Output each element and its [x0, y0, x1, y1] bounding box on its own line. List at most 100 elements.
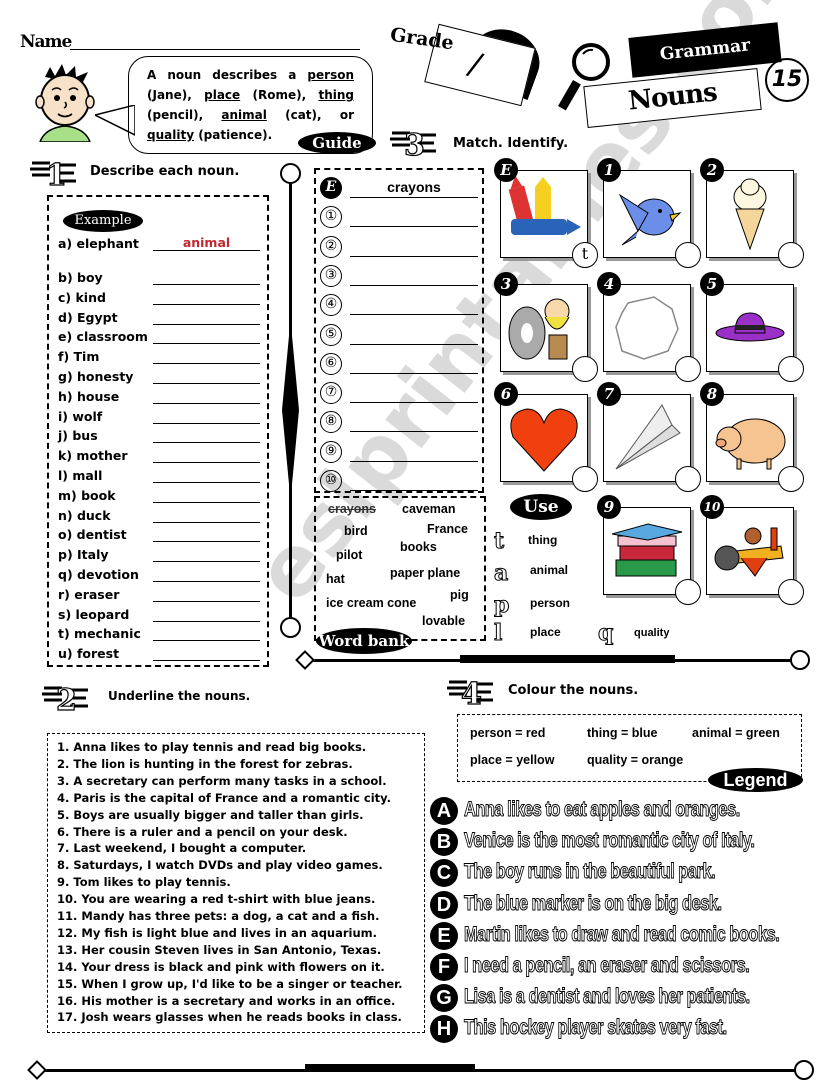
sentence-letter-badge: H — [430, 1015, 458, 1044]
answer-line[interactable] — [153, 343, 260, 345]
answer-line[interactable] — [350, 372, 478, 374]
use-key-label: thing — [528, 533, 558, 547]
colour-sentence: Lisa is a dentist and loves her patients… — [464, 985, 751, 1009]
noun-word: j) bus — [58, 428, 98, 444]
guide-term-place: place — [204, 88, 241, 102]
word-bank-word: France — [427, 522, 468, 536]
guide-term-animal: animal — [221, 108, 267, 122]
answer-line[interactable] — [153, 402, 260, 404]
noun-word: s) leopard — [58, 606, 130, 622]
picture-answer-circle[interactable]: t — [572, 242, 598, 268]
footer-divider-bar — [305, 1064, 475, 1072]
use-key-letter-icon: a — [493, 560, 509, 587]
picture-answer-circle[interactable] — [778, 579, 804, 605]
noun-row: e) classroom — [58, 329, 263, 347]
use-key-label: quality — [634, 627, 670, 639]
picture-answer-circle[interactable] — [675, 466, 701, 492]
answer-line[interactable] — [153, 640, 260, 642]
picture-number-badge: 5 — [700, 272, 724, 296]
paper-plane-icon — [615, 404, 681, 470]
answer-line[interactable] — [153, 462, 260, 464]
answer-line[interactable] — [153, 600, 260, 602]
match-row: ⑧ — [320, 411, 480, 437]
worksheet-number: 15 — [765, 58, 809, 102]
answer-line[interactable] — [350, 490, 478, 491]
answer-line[interactable] — [153, 660, 260, 662]
answer-line[interactable] — [153, 501, 260, 503]
picture-answer-circle[interactable] — [675, 579, 701, 605]
match-row: ⑨ — [320, 440, 480, 467]
match-row: ⑤ — [320, 323, 480, 350]
heart-icon — [510, 408, 578, 472]
answer-line[interactable] — [153, 303, 260, 305]
sentence-letter-badge: G — [430, 984, 458, 1013]
word-bank-word: lovable — [422, 614, 466, 628]
answer-line[interactable] — [153, 442, 260, 444]
france-map-icon — [615, 296, 679, 360]
picture-answer-circle[interactable] — [675, 356, 701, 382]
answer-line[interactable] — [350, 314, 478, 316]
use-key-letter-icon: l — [493, 620, 503, 647]
answer-line[interactable] — [153, 250, 260, 251]
underline-sentence: 10. You are wearing a red t-shirt with b… — [57, 892, 376, 907]
use-key-label: person — [530, 596, 571, 610]
match-answer: crayons — [387, 179, 441, 195]
answer-line[interactable] — [153, 561, 260, 563]
answer-line[interactable] — [153, 521, 260, 523]
answer-line[interactable] — [350, 431, 478, 433]
answer-line[interactable] — [153, 620, 260, 622]
picture-answer-circle[interactable] — [778, 466, 804, 492]
noun-row: d) Egypt — [58, 310, 263, 328]
name-input-line[interactable] — [70, 49, 360, 50]
answer-line[interactable] — [350, 402, 478, 404]
picture-answer-circle[interactable] — [675, 242, 701, 268]
noun-word: p) Italy — [58, 547, 109, 563]
noun-word: q) devotion — [58, 567, 139, 582]
section-2-number-icon: 2 — [42, 682, 88, 716]
use-key-letter-icon: p — [493, 592, 510, 619]
word-bank-word: hat — [326, 572, 345, 586]
word-bank-word: caveman — [402, 502, 456, 516]
underline-sentence: 13. Her cousin Steven lives in San Anton… — [57, 942, 382, 957]
underline-sentence: 15. When I grow up, I'd like to be a sin… — [57, 976, 403, 991]
picture-number-badge: 8 — [700, 382, 724, 406]
underline-sentence: 9. Tom likes to play tennis. — [57, 875, 231, 890]
item-number-badge: E — [320, 177, 342, 199]
boy-avatar-icon — [35, 64, 95, 142]
answer-line[interactable] — [153, 581, 260, 582]
noun-row: k) mother — [58, 448, 263, 466]
answer-line[interactable] — [350, 460, 478, 462]
answer-line[interactable] — [350, 284, 478, 286]
noun-row: r) eraser — [58, 587, 263, 605]
answer-line[interactable] — [350, 255, 478, 257]
divider-circle — [790, 650, 810, 670]
answer-line[interactable] — [153, 363, 260, 365]
answer-line[interactable] — [350, 226, 478, 228]
answer-line[interactable] — [153, 323, 260, 325]
answer-line[interactable] — [350, 343, 478, 345]
answer-line[interactable] — [153, 422, 260, 424]
answer-line[interactable] — [153, 541, 260, 543]
noun-word: l) mall — [58, 468, 103, 483]
sentence-letter-badge: A — [430, 797, 458, 825]
picture-answer-circle[interactable] — [778, 242, 804, 268]
answer-line[interactable] — [153, 284, 260, 285]
sentence-letter-badge: E — [430, 921, 458, 950]
word-bank-word: crayons — [328, 502, 376, 516]
picture-card-heart — [500, 394, 588, 482]
picture-answer-circle[interactable] — [572, 466, 598, 492]
picture-number-badge: 9 — [597, 495, 621, 519]
word-bank-word: pilot — [336, 548, 363, 562]
crayons-icon — [508, 175, 581, 235]
sentence-letter-badge: D — [430, 890, 458, 919]
guide-term-person: person — [307, 68, 354, 82]
picture-number-badge: 10 — [700, 495, 724, 519]
picture-answer-circle[interactable] — [778, 356, 804, 382]
answer-line[interactable] — [153, 482, 260, 483]
picture-answer-circle[interactable] — [572, 356, 598, 382]
answer-line[interactable] — [153, 383, 260, 384]
answer-line[interactable] — [350, 197, 478, 198]
picture-card-pilot — [706, 507, 794, 595]
word-bank-word: pig — [450, 588, 469, 602]
picture-card-paper-plane — [603, 394, 691, 482]
